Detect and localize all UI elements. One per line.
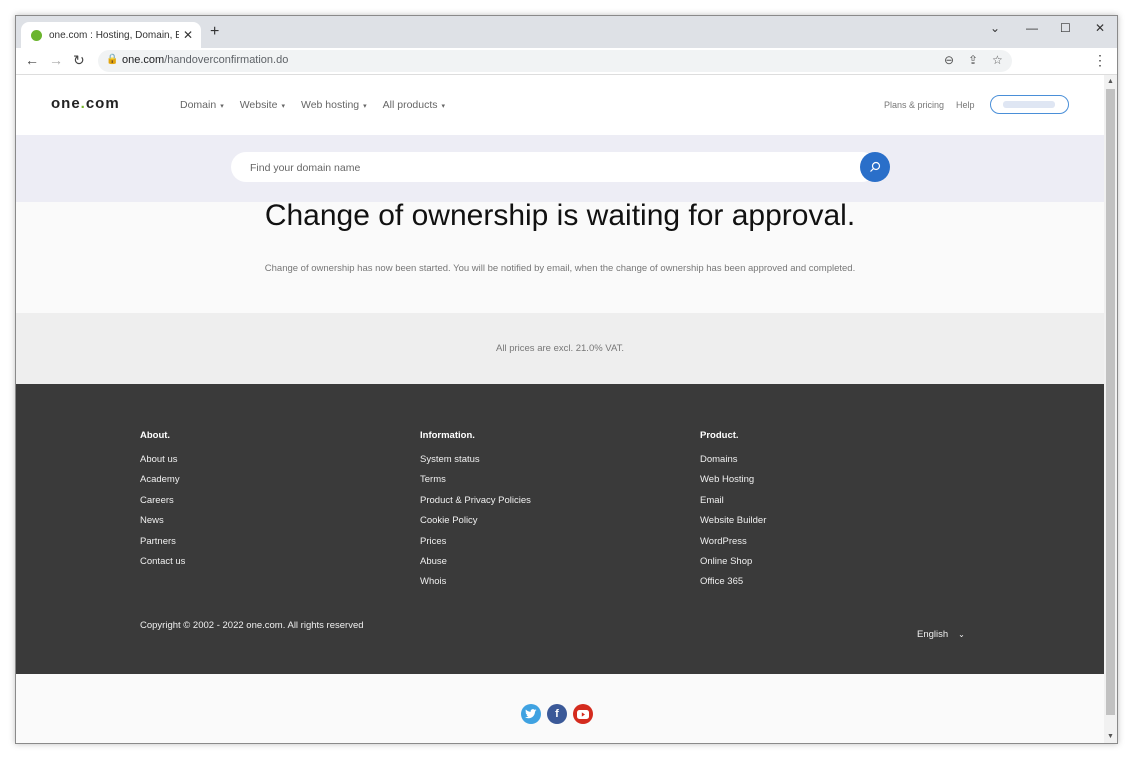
- footer-link-system-status[interactable]: System status: [420, 454, 531, 474]
- footer-column-product: Product. Domains Web Hosting Email Websi…: [700, 430, 766, 597]
- domain-search-box: [231, 152, 877, 182]
- footer-link-office-365[interactable]: Office 365: [700, 576, 766, 596]
- footer-link-prices[interactable]: Prices: [420, 536, 531, 556]
- browser-toolbar: ← → ↻ 🔒 one.com/handoverconfirmation.do …: [16, 48, 1117, 75]
- footer-link-web-hosting[interactable]: Web Hosting: [700, 474, 766, 494]
- footer-heading: Information.: [420, 430, 475, 441]
- vat-section: All prices are excl. 21.0% VAT.: [16, 313, 1104, 384]
- forward-button[interactable]: →: [49, 52, 63, 68]
- search-button[interactable]: [860, 152, 890, 182]
- copyright-text: Copyright © 2002 - 2022 one.com. All rig…: [140, 620, 364, 631]
- site-footer: About. About us Academy Careers News Par…: [16, 384, 1104, 674]
- footer-link-academy[interactable]: Academy: [140, 474, 185, 494]
- language-selector[interactable]: English ⌄: [917, 629, 965, 640]
- youtube-icon[interactable]: [573, 704, 593, 724]
- back-button[interactable]: ←: [25, 52, 39, 68]
- confirmation-message: Change of ownership has now been started…: [264, 263, 856, 274]
- favicon-icon: [31, 29, 42, 41]
- nav-item-web-hosting[interactable]: Web hosting ▾: [301, 99, 367, 111]
- site-header: one.com Domain ▾ Website ▾ Web hosting ▾ Al…: [16, 75, 1104, 135]
- twitter-icon[interactable]: [521, 704, 541, 724]
- vat-note: All prices are excl. 21.0% VAT.: [496, 343, 624, 354]
- search-icon: [870, 161, 881, 172]
- header-links: Plans & pricing Help: [884, 100, 975, 110]
- minimize-button[interactable]: —: [1026, 21, 1038, 35]
- browser-menu-icon[interactable]: ⋮: [1093, 52, 1107, 69]
- footer-link-abuse[interactable]: Abuse: [420, 556, 531, 576]
- tab-title: one.com : Hosting, Domain, Email: [49, 29, 179, 41]
- footer-link-cookie-policy[interactable]: Cookie Policy: [420, 515, 531, 535]
- tab-bar: one.com : Hosting, Domain, Email ✕ + ⌄ —…: [16, 16, 1117, 48]
- scroll-down-arrow-icon[interactable]: ▼: [1107, 733, 1114, 740]
- url-text: one.com/handoverconfirmation.do: [122, 54, 289, 66]
- tab-search-icon[interactable]: ⌄: [990, 21, 1000, 35]
- vertical-scrollbar[interactable]: ▲ ▼: [1104, 75, 1117, 743]
- chevron-down-icon: ▾: [441, 103, 446, 110]
- domain-search-band: [16, 135, 1104, 202]
- nav-item-all-products[interactable]: All products ▾: [383, 99, 445, 111]
- footer-column-information: Information. System status Terms Product…: [420, 430, 531, 597]
- maximize-button[interactable]: ☐: [1060, 21, 1071, 35]
- footer-link-partners[interactable]: Partners: [140, 536, 185, 556]
- reload-button[interactable]: ↻: [73, 52, 85, 69]
- site-logo[interactable]: one.com: [51, 95, 120, 112]
- footer-link-wordpress[interactable]: WordPress: [700, 536, 766, 556]
- new-tab-button[interactable]: +: [210, 23, 219, 41]
- scroll-up-arrow-icon[interactable]: ▲: [1107, 78, 1114, 85]
- nav-item-website[interactable]: Website ▾: [240, 99, 285, 111]
- footer-link-policies[interactable]: Product & Privacy Policies: [420, 495, 531, 515]
- main-nav: Domain ▾ Website ▾ Web hosting ▾ All produc…: [180, 99, 445, 111]
- footer-link-online-shop[interactable]: Online Shop: [700, 556, 766, 576]
- browser-tab[interactable]: one.com : Hosting, Domain, Email ✕: [21, 22, 201, 48]
- footer-link-whois[interactable]: Whois: [420, 576, 531, 596]
- bookmark-star-icon[interactable]: ☆: [992, 53, 1003, 67]
- page-viewport: one.com Domain ▾ Website ▾ Web hosting ▾ Al…: [16, 75, 1104, 743]
- close-window-button[interactable]: ✕: [1095, 21, 1105, 35]
- help-link[interactable]: Help: [956, 100, 975, 110]
- social-section: f: [16, 674, 1104, 743]
- chevron-down-icon: ▾: [220, 103, 224, 110]
- footer-link-careers[interactable]: Careers: [140, 495, 185, 515]
- footer-link-about-us[interactable]: About us: [140, 454, 185, 474]
- facebook-icon[interactable]: f: [547, 704, 567, 724]
- footer-link-domains[interactable]: Domains: [700, 454, 766, 474]
- footer-link-contact-us[interactable]: Contact us: [140, 556, 185, 576]
- footer-link-news[interactable]: News: [140, 515, 185, 535]
- plans-pricing-link[interactable]: Plans & pricing: [884, 100, 944, 110]
- footer-link-email[interactable]: Email: [700, 495, 766, 515]
- nav-item-domain[interactable]: Domain ▾: [180, 99, 224, 111]
- domain-search-input[interactable]: [248, 158, 852, 178]
- chevron-down-icon: ▾: [281, 103, 285, 110]
- account-name-redacted: [1003, 101, 1055, 108]
- page-title: Change of ownership is waiting for appro…: [264, 199, 856, 232]
- address-bar[interactable]: 🔒 one.com/handoverconfirmation.do ⊖ ⇪ ☆: [98, 50, 1012, 72]
- chevron-down-icon: ⌄: [958, 630, 965, 639]
- close-tab-icon[interactable]: ✕: [183, 28, 193, 42]
- share-icon[interactable]: ⇪: [968, 53, 978, 67]
- account-button[interactable]: [990, 95, 1069, 114]
- chevron-down-icon: ▾: [363, 103, 367, 110]
- footer-heading: Product.: [700, 430, 739, 441]
- footer-column-about: About. About us Academy Careers News Par…: [140, 430, 185, 576]
- footer-link-terms[interactable]: Terms: [420, 474, 531, 494]
- lock-icon: 🔒: [106, 54, 119, 65]
- footer-heading: About.: [140, 430, 171, 441]
- footer-link-website-builder[interactable]: Website Builder: [700, 515, 766, 535]
- confirmation-section: Change of ownership is waiting for appro…: [16, 199, 1104, 313]
- zoom-icon[interactable]: ⊖: [944, 53, 954, 67]
- scrollbar-thumb[interactable]: [1106, 89, 1115, 715]
- browser-window: one.com : Hosting, Domain, Email ✕ + ⌄ —…: [15, 15, 1118, 744]
